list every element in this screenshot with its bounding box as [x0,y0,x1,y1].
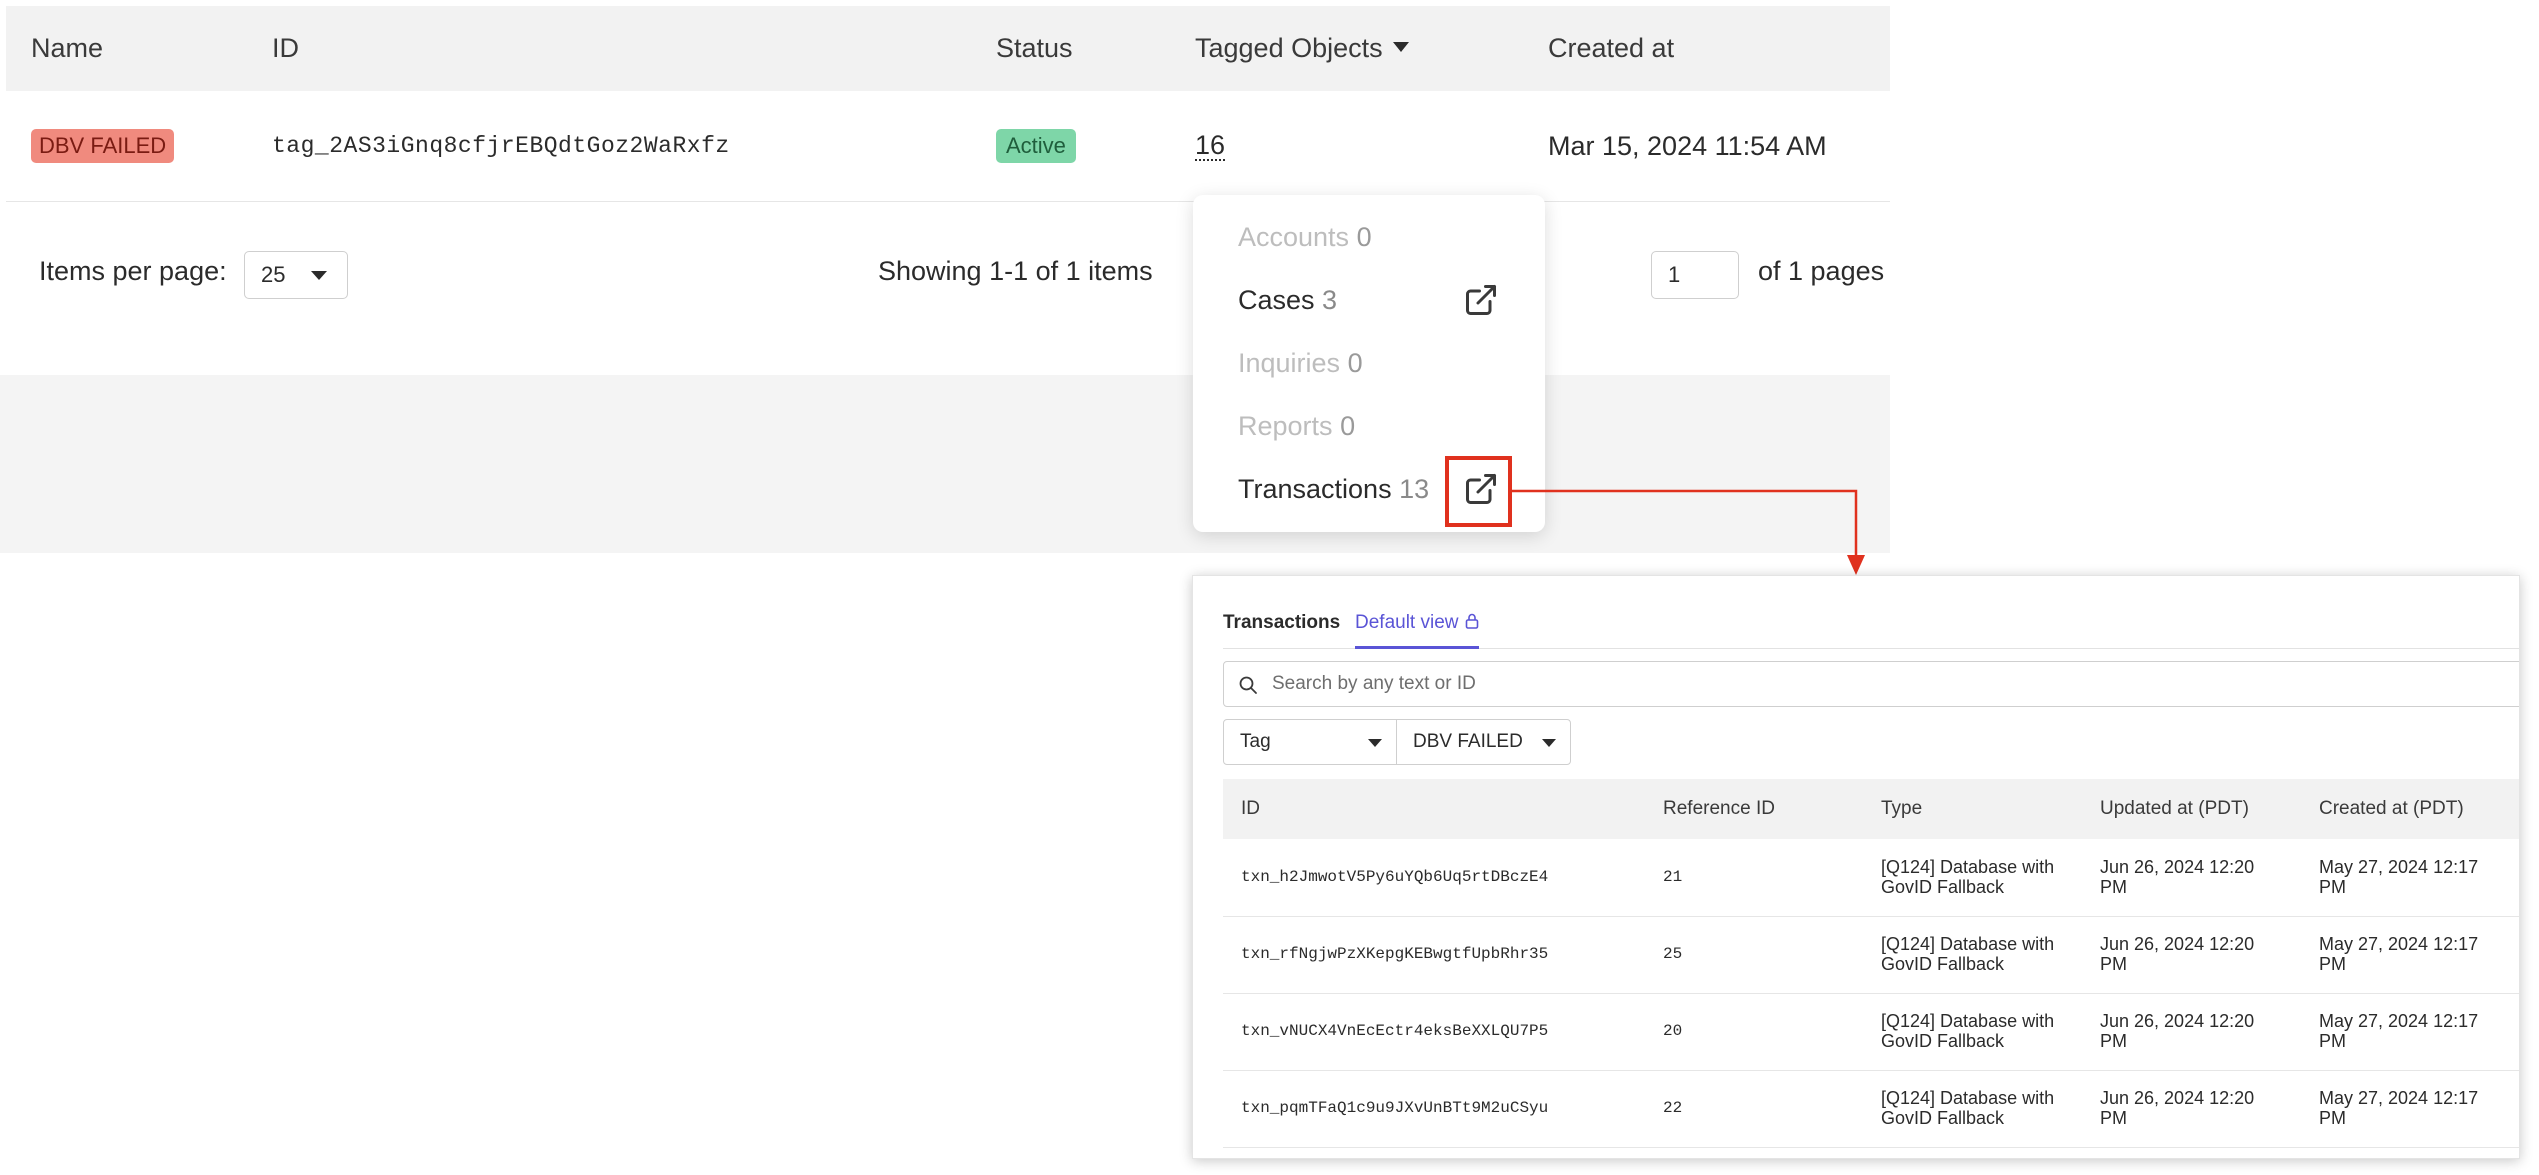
external-link-icon[interactable] [1463,282,1499,318]
items-per-page-select[interactable]: 25 [244,251,348,299]
tab-default-view-label: Default view [1355,612,1459,633]
transaction-type: [Q124] Database with GovID Fallback [1881,1010,2055,1051]
transaction-id: txn_h2JmwotV5Py6uYQb6Uq5rtDBczE4 [1241,867,1549,886]
panel-tabs: Transactions Default view [1223,612,2519,649]
popover-item-label: Accounts [1238,222,1350,252]
filter-value-select[interactable]: DBV FAILED [1396,719,1571,765]
transaction-type: [Q124] Database with GovID Fallback [1881,856,2055,897]
empty-area [0,375,1890,553]
column-header-id[interactable]: ID [272,6,299,91]
column-header-id[interactable]: ID [1241,779,1260,839]
table-row[interactable]: txn_vNUCX4VnEcEctr4eksBeXXLQU7P5 20 [Q12… [1223,993,2519,1071]
table-row[interactable]: txn_pqmTFaQ1c9u9JXvUnBTt9M2uCSyu 22 [Q12… [1223,1070,2519,1148]
created-at-value: Mar 15, 2024 11:54 AM [1548,130,1827,161]
popover-item-label: Reports [1238,411,1333,441]
column-header-created-at[interactable]: Created at [1548,6,1674,91]
transaction-id: txn_pqmTFaQ1c9u9JXvUnBTt9M2uCSyu [1241,1098,1549,1117]
tag-id: tag_2AS3iGnq8cfjrEBQdtGoz2WaRxfz [272,133,730,159]
popover-item-count: 0 [1347,348,1363,378]
chevron-down-icon [1542,739,1556,747]
filter-field-select[interactable]: Tag [1223,719,1397,765]
pagination: Items per page: 25 Showing 1-1 of 1 item… [6,202,1890,374]
column-header-name[interactable]: Name [31,6,103,91]
column-header-created-at[interactable]: Created at (PDT) [2319,779,2464,839]
total-pages-label: of 1 pages [1758,256,1885,286]
search-input[interactable]: Search by any text or ID [1223,661,2519,707]
created-at: May 27, 2024 12:17 PM [2319,933,2479,974]
updated-at: Jun 26, 2024 12:20 PM [2100,933,2255,974]
filter-field-value: Tag [1240,731,1271,752]
created-at: May 27, 2024 12:17 PM [2319,856,2479,897]
updated-at: Jun 26, 2024 12:20 PM [2100,1010,2255,1051]
column-header-reference-id[interactable]: Reference ID [1663,779,1775,839]
reference-id: 25 [1663,944,1683,963]
search-icon [1239,676,1257,694]
table-row[interactable]: txn_h2JmwotV5Py6uYQb6Uq5rtDBczE4 21 [Q12… [1223,839,2519,917]
column-header-tagged-objects[interactable]: Tagged Objects [1195,6,1409,91]
lock-icon [1465,613,1478,629]
popover-item-label: Transactions [1238,474,1392,504]
popover-item-label: Cases [1238,285,1315,315]
column-header-status[interactable]: Status [996,6,1073,91]
status-badge: Active [996,129,1076,163]
popover-item-inquiries: Inquiries 0 [1238,343,1363,383]
showing-count: Showing 1-1 of 1 items [878,256,1153,286]
sort-caret-icon [1392,41,1409,52]
transaction-type: [Q124] Database with GovID Fallback [1881,933,2055,974]
transaction-type: [Q124] Database with GovID Fallback [1881,1087,2055,1128]
transactions-table-header: ID Reference ID Type Updated at (PDT) Cr… [1223,779,2519,839]
updated-at: Jun 26, 2024 12:20 PM [2100,1087,2255,1128]
items-per-page-label: Items per page: [39,256,227,286]
table-row[interactable]: txn_rfNgjwPzXKepgKEBwgtfUpbRhr35 25 [Q12… [1223,916,2519,994]
popover-item-accounts: Accounts 0 [1238,217,1372,257]
column-header-type[interactable]: Type [1881,779,1922,839]
popover-item-reports: Reports 0 [1238,406,1355,446]
page-number-input[interactable]: 1 [1651,251,1739,299]
reference-id: 20 [1663,1021,1683,1040]
page-number-value: 1 [1668,262,1681,287]
highlight-box [1445,456,1512,527]
table-row[interactable]: DBV FAILED tag_2AS3iGnq8cfjrEBQdtGoz2WaR… [6,91,1890,202]
transactions-panel: Transactions Default view Search by any … [1192,575,2520,1159]
reference-id: 21 [1663,867,1683,886]
tag-table-header: Name ID Status Tagged Objects Created at [6,6,1890,91]
popover-item-count: 3 [1322,285,1338,315]
column-header-tagged-objects-label: Tagged Objects [1195,33,1383,63]
search-placeholder: Search by any text or ID [1272,673,1476,694]
popover-item-transactions[interactable]: Transactions 13 [1238,469,1429,509]
tag-name-badge[interactable]: DBV FAILED [31,129,175,163]
tab-default-view[interactable]: Default view [1355,612,1479,649]
created-at: May 27, 2024 12:17 PM [2319,1010,2479,1051]
tab-transactions[interactable]: Transactions [1223,612,1340,634]
popover-item-cases[interactable]: Cases 3 [1238,280,1337,320]
tagged-objects-count-link[interactable]: 16 [1195,130,1226,162]
filter-value-text: DBV FAILED [1413,731,1523,752]
transaction-id: txn_vNUCX4VnEcEctr4eksBeXXLQU7P5 [1241,1021,1549,1040]
updated-at: Jun 26, 2024 12:20 PM [2100,856,2255,897]
popover-item-count: 13 [1399,474,1430,504]
created-at: May 27, 2024 12:17 PM [2319,1087,2479,1128]
chevron-down-icon [1368,739,1382,747]
popover-item-count: 0 [1340,411,1356,441]
popover-item-count: 0 [1356,222,1372,252]
transaction-id: txn_rfNgjwPzXKepgKEBwgtfUpbRhr35 [1241,944,1549,963]
column-header-updated-at[interactable]: Updated at (PDT) [2100,779,2249,839]
reference-id: 22 [1663,1098,1683,1117]
popover-item-label: Inquiries [1238,348,1341,378]
items-per-page-value: 25 [261,262,286,287]
chevron-down-icon [311,271,327,280]
